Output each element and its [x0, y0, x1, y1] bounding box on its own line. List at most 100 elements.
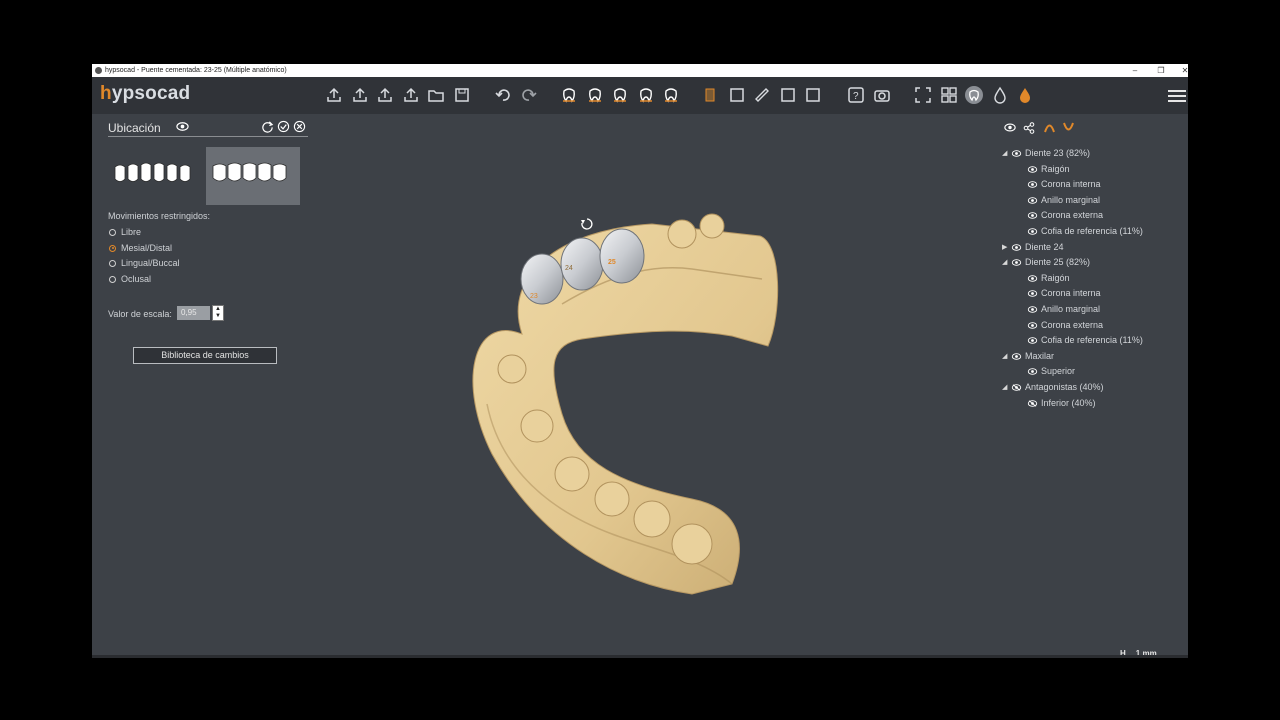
tooth-view-4-icon[interactable] — [636, 85, 656, 105]
arch-option-anterior[interactable] — [108, 147, 202, 205]
redo-icon[interactable] — [519, 85, 539, 105]
tree-label: Anillo marginal — [1041, 194, 1101, 205]
tooth-view-5-icon[interactable] — [661, 85, 681, 105]
tree-label: Cofia de referencia (11%) — [1041, 335, 1143, 346]
eye-icon[interactable] — [1027, 181, 1038, 188]
app-icon — [95, 67, 102, 74]
crop-icon[interactable] — [803, 85, 823, 105]
teeth-row-icon — [114, 162, 191, 182]
undo-icon[interactable] — [493, 85, 513, 105]
visibility-eye-icon[interactable] — [1004, 123, 1016, 132]
scale-value-input[interactable]: 0,95 — [177, 306, 210, 320]
tree-label: Corona interna — [1041, 288, 1101, 299]
scale-stepper[interactable]: ▲ ▼ — [212, 305, 224, 321]
eye-icon[interactable] — [1011, 243, 1022, 251]
eye-icon[interactable] — [1011, 150, 1022, 157]
save-icon[interactable] — [452, 85, 472, 105]
drop-icon[interactable] — [990, 85, 1010, 105]
radio-label: Mesial/Distal — [121, 242, 173, 253]
hidden-eye-icon[interactable] — [1027, 399, 1038, 407]
tree-label: Antagonistas (40%) — [1025, 382, 1104, 392]
expand-down-icon[interactable]: ◢ — [1002, 256, 1007, 269]
tree-label: Anillo marginal — [1041, 304, 1101, 314]
molars-row-icon — [212, 162, 287, 182]
eye-icon[interactable] — [1027, 337, 1038, 344]
export-icon[interactable] — [350, 85, 370, 105]
share-icon[interactable] — [1023, 122, 1035, 134]
logo-h: h — [100, 83, 112, 104]
app-window: hypsocad - Puente cementada: 23-25 (Múlt… — [92, 64, 1188, 658]
reset-icon[interactable] — [261, 120, 274, 133]
restricted-movements-label: Movimientos restringidos: — [108, 211, 211, 221]
eye-icon[interactable] — [1027, 165, 1038, 173]
panel-divider — [108, 136, 308, 137]
eye-icon[interactable] — [1027, 321, 1038, 329]
expand-down-icon[interactable]: ◢ — [1002, 350, 1007, 363]
eye-icon[interactable] — [1027, 212, 1038, 220]
drop-orange-icon[interactable] — [1015, 85, 1035, 105]
export-alt-icon[interactable] — [375, 85, 395, 105]
eye-icon[interactable] — [1027, 228, 1038, 235]
tooth-label-24: 24 — [565, 265, 573, 272]
eye-icon[interactable] — [176, 120, 189, 133]
expand-down-icon[interactable]: ◢ — [1002, 381, 1007, 394]
model-icon[interactable] — [701, 85, 721, 105]
tree-label: Corona interna — [1041, 179, 1101, 190]
expand-down-icon[interactable]: ◢ — [1002, 147, 1007, 160]
eye-icon[interactable] — [1027, 275, 1038, 282]
tree-label: Inferior (40%) — [1041, 397, 1096, 408]
radio-mesial-distal[interactable] — [109, 244, 116, 252]
tooth-label-25: 25 — [608, 259, 616, 266]
hypsocad-logo: hypsocad — [100, 83, 190, 105]
hidden-eye-icon[interactable] — [1011, 384, 1022, 391]
radio-libre[interactable] — [109, 229, 116, 236]
tree-label: Corona externa — [1041, 319, 1104, 330]
upper-arch-icon[interactable] — [1043, 122, 1056, 133]
title-bar: hypsocad - Puente cementada: 23-25 (Múlt… — [92, 64, 1188, 77]
section-icon[interactable] — [778, 85, 798, 105]
cancel-icon[interactable] — [293, 120, 306, 133]
eye-icon[interactable] — [1027, 290, 1038, 298]
tree-label: Superior — [1041, 366, 1076, 377]
eye-icon[interactable] — [1027, 197, 1038, 204]
ruler-icon[interactable] — [752, 85, 772, 105]
radio-label: Oclusal — [121, 274, 152, 285]
fullscreen-icon[interactable] — [913, 85, 933, 105]
tree-label: Diente 23 (82%) — [1025, 148, 1091, 158]
tooth-edit-icon[interactable] — [727, 85, 747, 105]
minimize-button[interactable]: – — [1122, 64, 1148, 77]
change-library-button[interactable]: Biblioteca de cambios — [133, 347, 277, 364]
tree-label: Diente 25 (82%) — [1025, 257, 1091, 268]
eye-icon[interactable] — [1011, 353, 1022, 360]
import-icon[interactable] — [324, 85, 344, 105]
rotate-icon[interactable] — [581, 218, 593, 230]
3d-viewport[interactable]: 23 24 25 Ubicación Movimientos restringi… — [92, 114, 1188, 658]
window-title: hypsocad - Puente cementada: 23-25 (Múlt… — [105, 67, 287, 74]
radio-label: Libre — [121, 227, 142, 237]
tooth-view-2-icon[interactable] — [585, 85, 605, 105]
eye-icon[interactable] — [1011, 259, 1022, 266]
open-folder-icon[interactable] — [426, 85, 446, 105]
close-button[interactable]: ✕ — [1172, 64, 1188, 77]
lower-arch-icon[interactable] — [1062, 122, 1075, 133]
svg-text:?: ? — [853, 91, 859, 102]
confirm-icon[interactable] — [277, 120, 290, 133]
help-icon[interactable]: ? — [846, 85, 866, 105]
tooth-active-icon[interactable] — [964, 85, 984, 105]
hamburger-menu-icon[interactable] — [1168, 87, 1186, 103]
maximize-button[interactable]: ❐ — [1148, 64, 1174, 77]
tooth-view-1-icon[interactable] — [559, 85, 579, 105]
tooth-view-3-icon[interactable] — [610, 85, 630, 105]
share-export-icon[interactable] — [401, 85, 421, 105]
logo-text: ypsocad — [111, 83, 191, 104]
collapse-right-icon[interactable]: ▶ — [1002, 241, 1007, 254]
camera-icon[interactable] — [872, 85, 892, 105]
tree-label: Cofia de referencia (11%) — [1041, 226, 1143, 236]
arch-option-posterior[interactable] — [206, 147, 300, 205]
eye-icon[interactable] — [1027, 306, 1038, 313]
tree-label: Corona externa — [1041, 210, 1104, 221]
eye-icon[interactable] — [1027, 368, 1038, 376]
tree-label: Maxilar — [1025, 350, 1055, 361]
grid-icon[interactable] — [939, 85, 959, 105]
tree-label: Diente 24 — [1025, 241, 1064, 252]
